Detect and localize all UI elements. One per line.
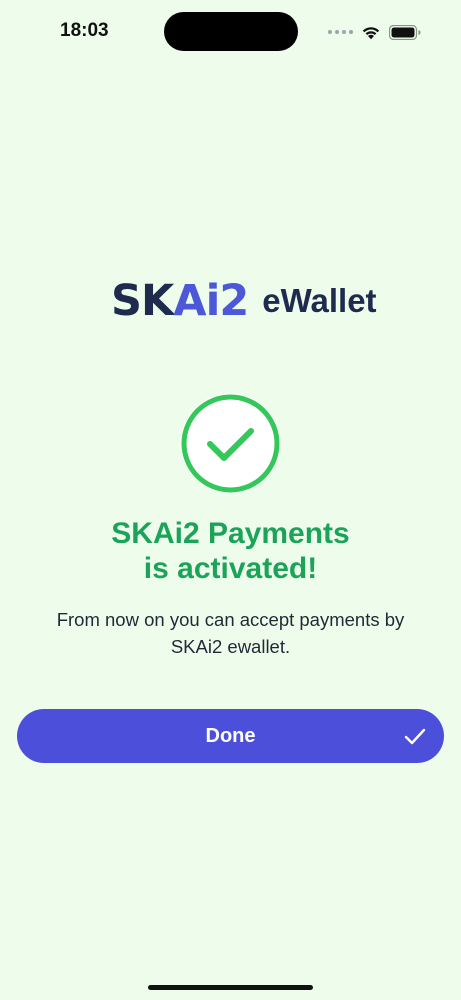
checkmark-circle-icon — [180, 393, 281, 494]
brand-logo: SKAi2 eWallet — [111, 278, 377, 324]
logo-mark-sk: SK — [111, 276, 174, 326]
status-icons — [328, 22, 421, 42]
wifi-icon — [362, 27, 380, 40]
logo-mark-ai: Ai2 — [173, 276, 249, 326]
status-time: 18:03 — [60, 20, 109, 41]
home-indicator[interactable] — [148, 985, 313, 990]
battery-icon — [389, 24, 421, 40]
success-title-line1: SKAi2 Payments — [111, 517, 350, 550]
status-bar: 18:03 — [0, 0, 461, 62]
dynamic-island — [164, 12, 298, 51]
success-title-line2: is activated! — [143, 552, 318, 585]
logo-mark: SKAi2 — [111, 276, 249, 326]
done-button[interactable]: Done — [17, 709, 444, 763]
logo-text: eWallet — [262, 282, 377, 319]
success-message: From now on you can accept payments by S… — [56, 609, 405, 657]
checkmark-icon — [404, 728, 426, 745]
success-title: SKAi2 Payments is activated! — [0, 516, 461, 586]
signal-dots-icon — [328, 30, 353, 34]
done-button-label: Done — [205, 725, 256, 747]
